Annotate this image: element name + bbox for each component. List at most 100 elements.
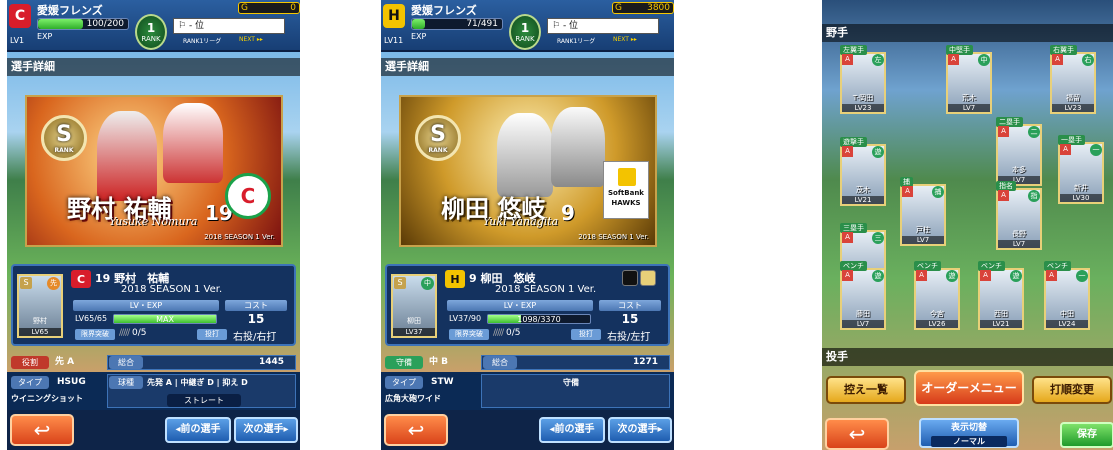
cost-value: 15 [621, 312, 639, 326]
rank-tag: A [1052, 54, 1063, 65]
s-rank-medal: S RANK [415, 115, 461, 161]
type-label: タイプ [11, 376, 49, 389]
rank-league: RANK1リーグ [557, 38, 596, 45]
next-player-button[interactable]: 次の選手▸ [608, 417, 672, 443]
cost-value: 15 [247, 312, 265, 326]
exp-bar-fill [38, 19, 83, 29]
next-player-button[interactable]: 次の選手▸ [234, 417, 298, 443]
player-level: LV30 [1060, 194, 1102, 202]
limit-break-label: 限界突破 [75, 329, 115, 340]
player-name: 新井 [1074, 184, 1088, 192]
power-label: 総合 [109, 356, 143, 369]
position-circle: 遊 [872, 270, 884, 282]
player-name: 長野 [1012, 230, 1026, 238]
position-circle: 一 [1090, 144, 1102, 156]
rank-tag: A [1046, 270, 1057, 281]
rank-position-box: ⚐ - 位 [547, 18, 659, 34]
user-level: LV1 [10, 36, 25, 45]
rank-badge-label: RANK [515, 35, 535, 43]
exp-label: EXP [411, 32, 427, 41]
prev-player-button[interactable]: ◂前の選手 [539, 417, 605, 443]
top-status-bar: H LV11 愛媛フレンズ 71/491 EXP 1 RANK G 3800 ⚐ -… [381, 0, 674, 52]
lineup-player-card[interactable]: ベンチ A 一中田 LV24 [1044, 261, 1090, 330]
back-button[interactable]: ↩ [10, 414, 74, 446]
player-figure [163, 103, 223, 183]
batting-order-button[interactable]: 打順変更 [1032, 376, 1112, 404]
player-card-art: S RANK 野村 祐輔 19 Yusuke Nomura C 2018 SEAS… [25, 95, 283, 247]
player-level: LV7 [842, 320, 884, 328]
pitch-sub: ストレート [167, 394, 241, 407]
thumb-position: 中 [421, 277, 434, 290]
back-button[interactable]: ↩ [825, 418, 889, 450]
player-level: LV23 [842, 104, 884, 112]
card-player-romaji: Yusuke Nomura [109, 215, 198, 228]
lv-progress-bar: 1098/3370 [487, 314, 591, 324]
type-value: STW [431, 377, 454, 387]
exp-text: 71/491 [466, 19, 498, 29]
coin-counter: G 3800 [612, 2, 674, 14]
lineup-player-card[interactable]: 中堅手 A 中荒木 LV7 [946, 45, 992, 114]
rank-position-box: ⚐ - 位 [173, 18, 285, 34]
player-thumbnail[interactable]: S 中 柳田 LV37 [391, 274, 437, 338]
save-button[interactable]: 保存 [1060, 422, 1113, 448]
lineup-player-card[interactable]: 右翼手 A 右福留 LV23 [1050, 45, 1096, 114]
hawks-logo-icon: SoftBank HAWKS [603, 161, 649, 219]
player-level: LV26 [916, 320, 958, 328]
s-rank-medal: S RANK [41, 115, 87, 161]
card-season: 2018 SEASON 1 Ver. [204, 233, 275, 241]
lineup-player-card[interactable]: 捕 A 捕戸柱 LV7 [900, 177, 946, 246]
lineup-player-card[interactable]: ベンチ A 遊今宮 LV26 [914, 261, 960, 330]
team-mini-logo-icon: H [445, 270, 465, 288]
player-name: 茂木 [856, 186, 870, 194]
role-value: 先 A [55, 357, 75, 367]
rank-value: - 位 [562, 21, 579, 31]
lv-exp-header: LV・EXP [73, 300, 219, 311]
player-name: 荒木 [962, 94, 976, 102]
info-version: 2018 SEASON 1 Ver. [121, 284, 223, 295]
back-button[interactable]: ↩ [384, 414, 448, 446]
lineup-player-card[interactable]: ベンチ A 遊藤田 LV7 [840, 261, 886, 330]
position-circle: 指 [1028, 190, 1040, 202]
throw-bat-value: 右投/左打 [607, 332, 651, 343]
rank-badge: 1 RANK [509, 14, 541, 50]
thumb-name: 野村 [33, 317, 47, 325]
rank-tag: A [842, 146, 853, 157]
player-level: LV7 [902, 236, 944, 244]
player-thumbnail[interactable]: S 先 野村 LV65 [17, 274, 63, 338]
team-name: 愛媛フレンズ [37, 4, 103, 17]
lineup-player-card[interactable]: ベンチ A 遊西田 LV21 [978, 261, 1024, 330]
flag-icon: ⚐ [552, 21, 561, 31]
lv-exp-header: LV・EXP [447, 300, 593, 311]
player-level: LV21 [980, 320, 1022, 328]
rank-badge: 1 RANK [135, 14, 167, 50]
thumb-name: 柳田 [407, 317, 421, 325]
coin-icon: G [615, 3, 622, 13]
prev-player-button[interactable]: ◂前の選手 [165, 417, 231, 443]
coin-icon: G [241, 3, 248, 13]
coin-value: 3800 [647, 3, 670, 13]
lv-value: LV37/90 [449, 314, 482, 323]
lineup-player-card[interactable]: 二塁手 A 二本多 LV7 [996, 117, 1042, 186]
player-name: 福留 [1066, 94, 1080, 102]
lineup-player-card[interactable]: 左翼手 A 左 T-岡田 LV23 [840, 45, 886, 114]
player-card-art: S RANK 柳田 悠岐 9 Yuki Yanagita SoftBank HAW… [399, 95, 657, 247]
thumb-rank: S [20, 277, 32, 289]
lock-icon [622, 270, 638, 286]
pitch-label: 球種 [109, 376, 143, 389]
lock-and-favorite-icons[interactable] [620, 270, 660, 288]
lineup-player-card[interactable]: 遊撃手 A 遊茂木 LV21 [840, 137, 886, 206]
exp-label: EXP [37, 32, 53, 41]
power-value: 1445 [259, 357, 285, 367]
lineup-player-card[interactable]: 一塁手 A 一新井 LV30 [1058, 135, 1104, 204]
section-title: 選手詳細 [381, 58, 674, 76]
display-toggle-button[interactable]: 表示切替 ノーマル [919, 418, 1019, 448]
next-indicator: NEXT ▸▸ [239, 36, 263, 43]
order-menu-button[interactable]: オーダーメニュー [914, 370, 1024, 406]
exp-bar: 100/200 [37, 18, 129, 30]
role-label: 守備 [385, 356, 423, 369]
thumb-position: 先 [47, 277, 60, 290]
lineup-player-card[interactable]: 指名 A 指長野 LV7 [996, 181, 1042, 250]
exp-bar: 71/491 [411, 18, 503, 30]
team-mini-logo-icon: C [71, 270, 91, 288]
bench-list-button[interactable]: 控え一覧 [826, 376, 906, 404]
